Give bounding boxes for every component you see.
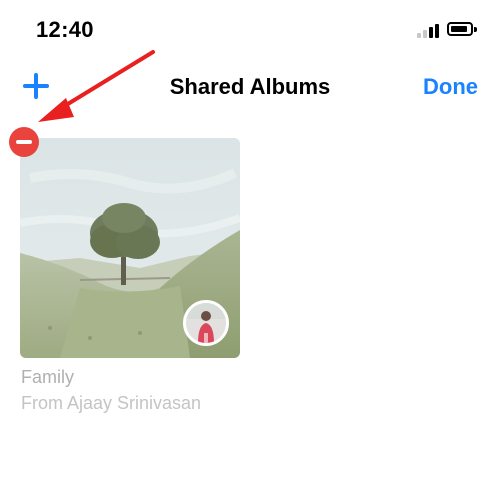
minus-circle-icon	[16, 140, 32, 144]
battery-icon	[447, 22, 473, 36]
delete-album-button[interactable]	[9, 127, 39, 157]
cellular-signal-icon	[417, 22, 443, 38]
status-time: 12:40	[36, 17, 94, 42]
album-name: Family	[21, 367, 74, 387]
status-bar: 12:40	[0, 0, 500, 60]
add-album-button[interactable]	[22, 72, 50, 100]
avatar	[183, 300, 229, 346]
album-owner: From Ajaay Srinivasan	[21, 393, 202, 413]
done-button[interactable]: Done	[423, 74, 478, 100]
